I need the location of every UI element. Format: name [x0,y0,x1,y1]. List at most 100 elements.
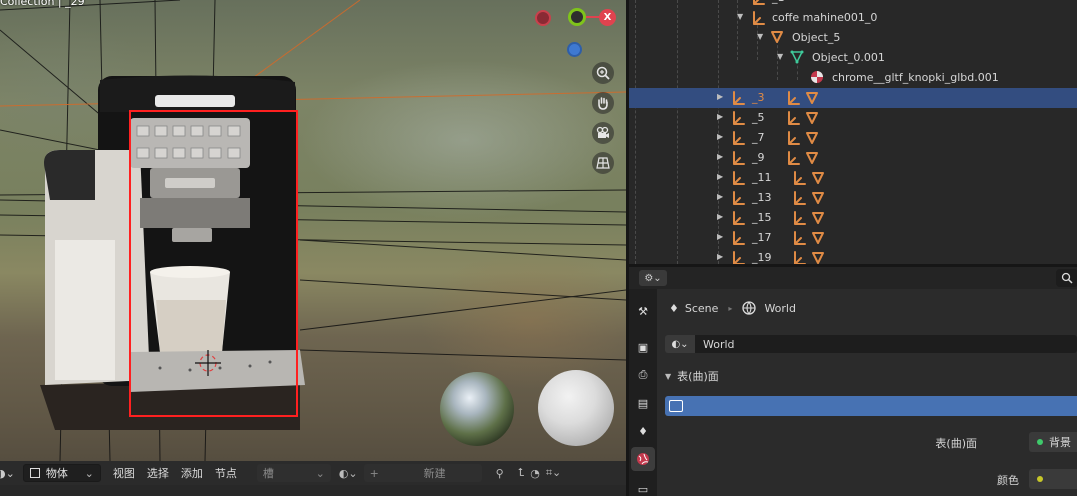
expand-right-icon[interactable]: ▶ [717,172,723,181]
outliner-row[interactable]: ▶ _3 [629,88,1077,108]
outliner-row[interactable]: ▶ _7 [629,128,1077,148]
expand-right-icon[interactable]: ▶ [717,132,723,141]
child-mesh-icon[interactable] [811,251,825,264]
outliner-row-label: _9 [752,151,765,164]
viewport-footer [0,485,626,496]
child-mesh-icon[interactable] [811,191,825,208]
child-empty-icon[interactable] [785,150,801,169]
properties-panel: ⚙⌄ ⚒ ▣ ⎙ ▤ ♦ ▭ ♦ Scene ▸ World ◐⌄ World … [629,267,1077,496]
outliner-row[interactable]: ▼ coffe mahine001_0 [629,8,1077,28]
child-mesh-icon[interactable] [811,231,825,248]
tab-view-layer[interactable]: ▤ [631,391,655,415]
child-empty-icon[interactable] [785,90,801,109]
editor-type-dropdown-icon[interactable]: ◑⌄ [0,467,15,480]
child-empty-icon[interactable] [791,190,807,209]
child-empty-icon[interactable] [785,130,801,149]
slot-dropdown[interactable]: 槽 ⌄ [256,464,331,482]
menu-view[interactable]: 视图 [113,465,135,481]
tab-output[interactable]: ⎙ [631,363,655,387]
parent-node-tree-icon[interactable]: ⮤ [518,466,525,480]
tab-object[interactable]: ▭ [631,477,655,496]
child-empty-icon[interactable] [791,250,807,264]
camera-icon[interactable] [592,122,614,144]
outliner-row[interactable]: ▼ _1 [629,0,1077,8]
expand-right-icon[interactable]: ▶ [717,112,723,121]
neg-x-axis-icon[interactable] [535,10,551,26]
menu-select[interactable]: 选择 [147,465,169,481]
menu-add[interactable]: 添加 [181,465,203,481]
expand-right-icon[interactable]: ▶ [717,252,723,261]
child-mesh-icon[interactable] [805,131,819,148]
tab-render[interactable]: ▣ [631,335,655,359]
outliner-row[interactable]: ▶ _17 [629,228,1077,248]
expand-right-icon[interactable]: ▶ [717,232,723,241]
search-button[interactable] [1056,269,1077,287]
child-mesh-icon[interactable] [805,151,819,168]
outliner-row[interactable]: ▼ Object_0.001 [629,48,1077,68]
y-axis-icon[interactable] [568,8,586,26]
world-browse-button[interactable]: ◐⌄ [665,335,695,353]
3d-viewport[interactable]: Collection | _29 X ◑⌄ 物体 ⌄ 视图 选择 添加 节点 槽… [0,0,626,496]
child-mesh-icon[interactable] [805,91,819,108]
breadcrumb-scene: Scene [684,301,719,315]
outliner-row[interactable]: ▶ _9 [629,148,1077,168]
outliner-row[interactable]: ▶ _19 [629,248,1077,264]
object-icon: ▭ [637,482,649,496]
world-name-value: World [703,337,735,351]
world-browse-icon[interactable]: ◐⌄ [339,467,358,480]
color-field[interactable] [1029,469,1077,489]
child-mesh-icon[interactable] [805,111,819,128]
outliner-row[interactable]: chrome__gltf_knopki_glbd.001 [629,68,1077,88]
outliner-row[interactable]: ▶ _5 [629,108,1077,128]
chevron-down-icon: ⌄ [84,466,94,480]
hand-pan-icon[interactable] [592,92,614,114]
outliner-row-label: _7 [752,131,765,144]
empty-object-icon [730,110,746,129]
object-mode-icon [29,468,40,478]
outliner-row[interactable]: ▶ _15 [629,208,1077,228]
outliner-row-label: _3 [752,91,765,104]
expand-right-icon[interactable]: ▶ [717,192,723,201]
outliner-panel[interactable]: ▼ _1 ▼ coffe mahine001_0 ▼ Object_5 ▼ Object_0.… [629,0,1077,264]
expand-down-icon[interactable]: ▼ [777,52,783,61]
expand-down-icon[interactable]: ▼ [757,32,763,41]
child-empty-icon[interactable] [791,210,807,229]
outliner-row[interactable]: ▶ _13 [629,188,1077,208]
surface-shader-field[interactable]: 背景 [1029,432,1077,452]
expand-down-icon[interactable]: ▼ [737,0,743,1]
tab-world[interactable] [631,447,655,471]
child-mesh-icon[interactable] [811,211,825,228]
perspective-grid-icon[interactable] [592,152,614,174]
menu-node[interactable]: 节点 [215,465,237,481]
pin-icon[interactable]: ⚲ [496,467,504,480]
expand-right-icon[interactable]: ▶ [717,152,723,161]
snap-icon[interactable]: ◔ [530,467,540,480]
child-empty-icon[interactable] [791,170,807,189]
outliner-row[interactable]: ▶ _11 [629,168,1077,188]
child-empty-icon[interactable] [785,110,801,129]
tab-tool[interactable]: ⚒ [631,299,655,323]
expand-right-icon[interactable]: ▶ [717,92,723,101]
surface-label: 表(曲)面 [935,437,977,450]
expand-down-icon[interactable]: ▼ [737,12,743,21]
outliner-row[interactable]: ▼ Object_5 [629,28,1077,48]
panel-title: 表(曲)面 [677,370,719,383]
z-axis-icon[interactable] [567,42,582,57]
snap-options-icon[interactable]: ⌗⌄ [546,466,561,480]
editor-type-dropdown[interactable]: ⚙⌄ [639,270,667,286]
child-empty-icon[interactable] [791,230,807,249]
child-mesh-icon[interactable] [811,171,825,188]
shader-socket-icon [1037,439,1043,445]
expand-right-icon[interactable]: ▶ [717,212,723,221]
mode-dropdown[interactable]: 物体 ⌄ [22,464,101,482]
surface-panel-header[interactable]: ▼ 表(曲)面 [665,367,719,385]
new-label: 新建 [423,467,446,480]
tab-scene[interactable]: ♦ [631,419,655,443]
mesh-data-icon [790,50,804,67]
new-world-button[interactable]: + 新建 [363,464,482,482]
properties-header: ⚙⌄ [629,267,1077,289]
surface-node-selector[interactable] [665,396,1077,416]
zoom-icon[interactable] [592,62,614,84]
world-name-field[interactable]: World [695,335,1077,353]
x-axis-icon[interactable]: X [599,9,616,26]
